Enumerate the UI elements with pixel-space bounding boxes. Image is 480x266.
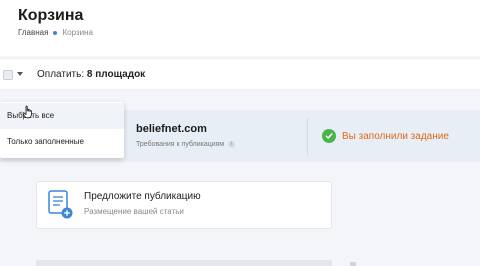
select-menu: Выбрать все Только заполненные bbox=[0, 102, 124, 158]
breadcrumb: Главная Корзина bbox=[18, 28, 93, 37]
next-card-marker bbox=[350, 262, 356, 266]
select-all-checkbox[interactable] bbox=[3, 70, 13, 80]
site-name[interactable]: beliefnet.com bbox=[136, 123, 207, 135]
hand-cursor-icon bbox=[22, 105, 34, 124]
task-status-text: Вы заполнили задание bbox=[342, 130, 449, 142]
breadcrumb-separator-dot bbox=[53, 30, 58, 35]
page-header: Корзина Главная Корзина bbox=[0, 0, 480, 56]
suggest-publication-card[interactable]: Предложите публикацию Размещение вашей с… bbox=[36, 181, 332, 229]
suggest-publication-subtitle: Размещение вашей статьи bbox=[84, 207, 184, 216]
add-document-icon bbox=[48, 190, 74, 225]
check-circle-icon bbox=[322, 129, 336, 143]
info-icon[interactable]: i bbox=[228, 141, 236, 148]
suggest-publication-title: Предложите публикацию bbox=[84, 191, 201, 202]
breadcrumb-current: Корзина bbox=[62, 28, 93, 37]
task-status: Вы заполнили задание bbox=[322, 129, 449, 143]
menu-item-only-filled[interactable]: Только заполненные bbox=[0, 129, 124, 155]
pay-prefix: Оплатить: bbox=[37, 69, 85, 80]
pay-summary: Оплатить: 8 площадок bbox=[37, 69, 145, 80]
next-card-placeholder bbox=[36, 260, 332, 266]
requirements-label: Требования к публикациям bbox=[136, 141, 225, 148]
page-title: Корзина bbox=[18, 7, 84, 24]
cart-toolbar: Оплатить: 8 площадок bbox=[0, 58, 480, 90]
chevron-down-icon[interactable] bbox=[17, 72, 23, 76]
menu-item-select-all[interactable]: Выбрать все bbox=[0, 103, 124, 129]
breadcrumb-home-link[interactable]: Главная bbox=[18, 28, 48, 37]
divider bbox=[307, 118, 308, 156]
requirements-link[interactable]: Требования к публикациям i bbox=[136, 141, 236, 148]
pay-count: 8 площадок bbox=[86, 69, 146, 80]
